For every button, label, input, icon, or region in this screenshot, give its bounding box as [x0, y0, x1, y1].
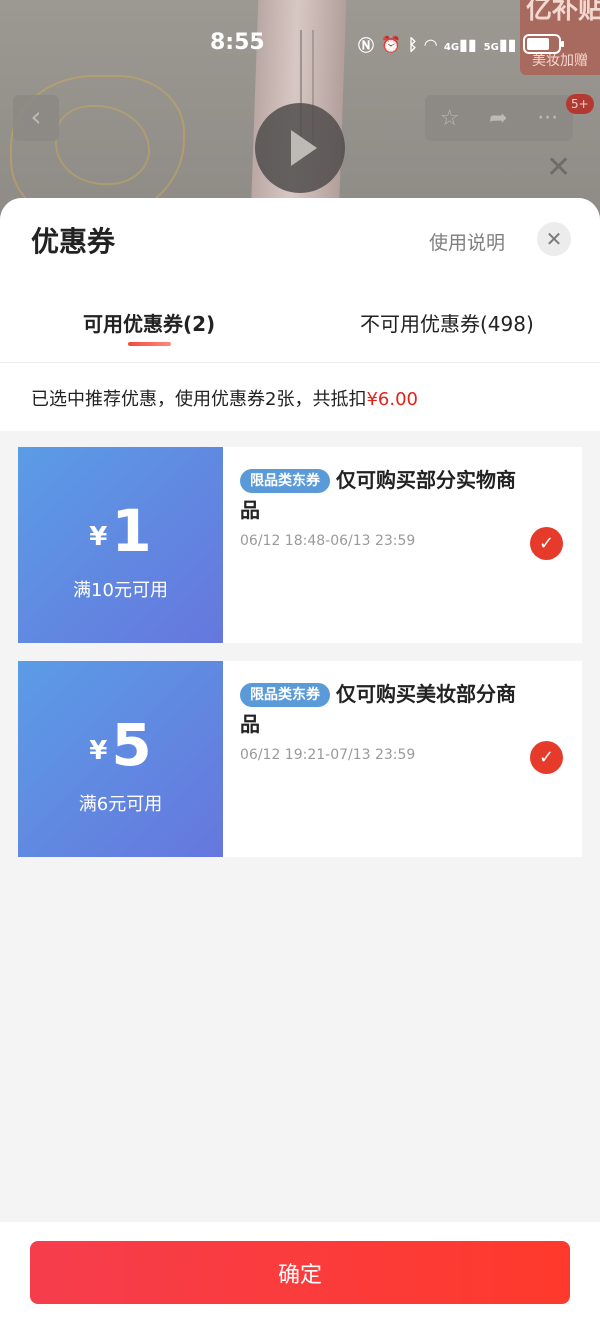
- coupon-description: 限品类东券 仅可购买部分实物商品: [240, 465, 532, 525]
- footer-bar: 确定: [0, 1222, 600, 1320]
- status-time: 8:55: [210, 30, 265, 55]
- status-icons: Ⓝ ⏰ ᛒ ◠ 4G▮▮ 5G▮▮: [358, 32, 565, 56]
- coupon-value: ¥1: [18, 499, 223, 563]
- tab-unavailable-coupons[interactable]: 不可用优惠券(498): [360, 308, 534, 337]
- coupon-list: ¥1 满10元可用 限品类东券 仅可购买部分实物商品 06/12 18:48-06…: [0, 431, 600, 857]
- coupon-card[interactable]: ¥1 满10元可用 限品类东券 仅可购买部分实物商品 06/12 18:48-06…: [14, 447, 582, 643]
- battery-icon: [523, 34, 565, 54]
- cart-count-badge: 5+: [566, 94, 594, 114]
- selection-summary: 已选中推荐优惠，使用优惠券2张，共抵扣¥6.00: [0, 363, 600, 431]
- summary-amount: ¥6.00: [366, 389, 418, 410]
- coupon-condition: 满10元可用: [73, 580, 168, 601]
- sheet-header: 优惠券 使用说明 ✕ 可用优惠券(2) 不可用优惠券(498): [0, 198, 600, 363]
- coupon-sheet: 优惠券 使用说明 ✕ 可用优惠券(2) 不可用优惠券(498) 已选中推荐优惠，…: [0, 198, 600, 1320]
- nfc-icon: Ⓝ: [358, 36, 375, 55]
- back-icon: ‹: [13, 95, 59, 141]
- coupon-validity: 06/12 19:21-07/13 23:59: [240, 747, 416, 763]
- close-icon[interactable]: ✕: [537, 222, 571, 256]
- coupon-condition: 满6元可用: [78, 794, 163, 815]
- checkmark-icon[interactable]: ✓: [530, 527, 563, 560]
- play-video-icon: [255, 103, 345, 193]
- coupon-tabs: 可用优惠券(2) 不可用优惠券(498): [0, 298, 600, 363]
- coupon-details: 限品类东券 仅可购买部分实物商品 06/12 18:48-06/13 23:59 …: [223, 447, 582, 643]
- coupon-validity: 06/12 18:48-06/13 23:59: [240, 533, 416, 549]
- confirm-button[interactable]: 确定: [30, 1241, 570, 1304]
- coupon-value-panel: ¥5 满6元可用: [14, 661, 223, 857]
- coupon-card[interactable]: ¥5 满6元可用 限品类东券 仅可购买美妆部分商品 06/12 19:21-07/…: [14, 661, 582, 857]
- product-actions: ☆ ➦ ···: [425, 95, 573, 141]
- coupon-tag: 限品类东券: [240, 683, 330, 707]
- coupon-amount: 1: [111, 497, 152, 565]
- share-icon: ➦: [489, 105, 508, 131]
- coupon-value-panel: ¥1 满10元可用: [14, 447, 223, 643]
- 5g-signal-icon: 5G▮▮: [483, 34, 517, 54]
- coupon-amount: 5: [111, 711, 152, 779]
- alarm-icon: ⏰: [381, 34, 401, 54]
- 4g-signal-icon: 4G▮▮: [443, 34, 477, 54]
- coupon-tag: 限品类东券: [240, 469, 330, 493]
- sheet-title: 优惠券: [31, 225, 116, 258]
- coupon-currency: ¥: [89, 522, 108, 552]
- usage-instructions-link[interactable]: 使用说明: [429, 228, 505, 255]
- coupon-description: 限品类东券 仅可购买美妆部分商品: [240, 679, 532, 739]
- star-icon: ☆: [439, 105, 460, 131]
- status-bar: 8:55 Ⓝ ⏰ ᛒ ◠ 4G▮▮ 5G▮▮: [0, 24, 600, 64]
- active-tab-indicator: [128, 342, 171, 346]
- checkmark-icon[interactable]: ✓: [530, 741, 563, 774]
- coupon-value: ¥5: [18, 713, 223, 777]
- summary-text: 已选中推荐优惠，使用优惠券2张，共抵扣: [31, 389, 367, 410]
- bluetooth-icon: ᛒ: [407, 34, 418, 54]
- wifi-icon: ◠: [424, 34, 437, 54]
- coupon-currency: ¥: [89, 736, 108, 766]
- more-icon: ···: [537, 105, 559, 131]
- coupon-details: 限品类东券 仅可购买美妆部分商品 06/12 19:21-07/13 23:59 …: [223, 661, 582, 857]
- close-video-icon: ✕: [546, 150, 572, 185]
- tab-available-coupons[interactable]: 可用优惠券(2): [83, 308, 215, 337]
